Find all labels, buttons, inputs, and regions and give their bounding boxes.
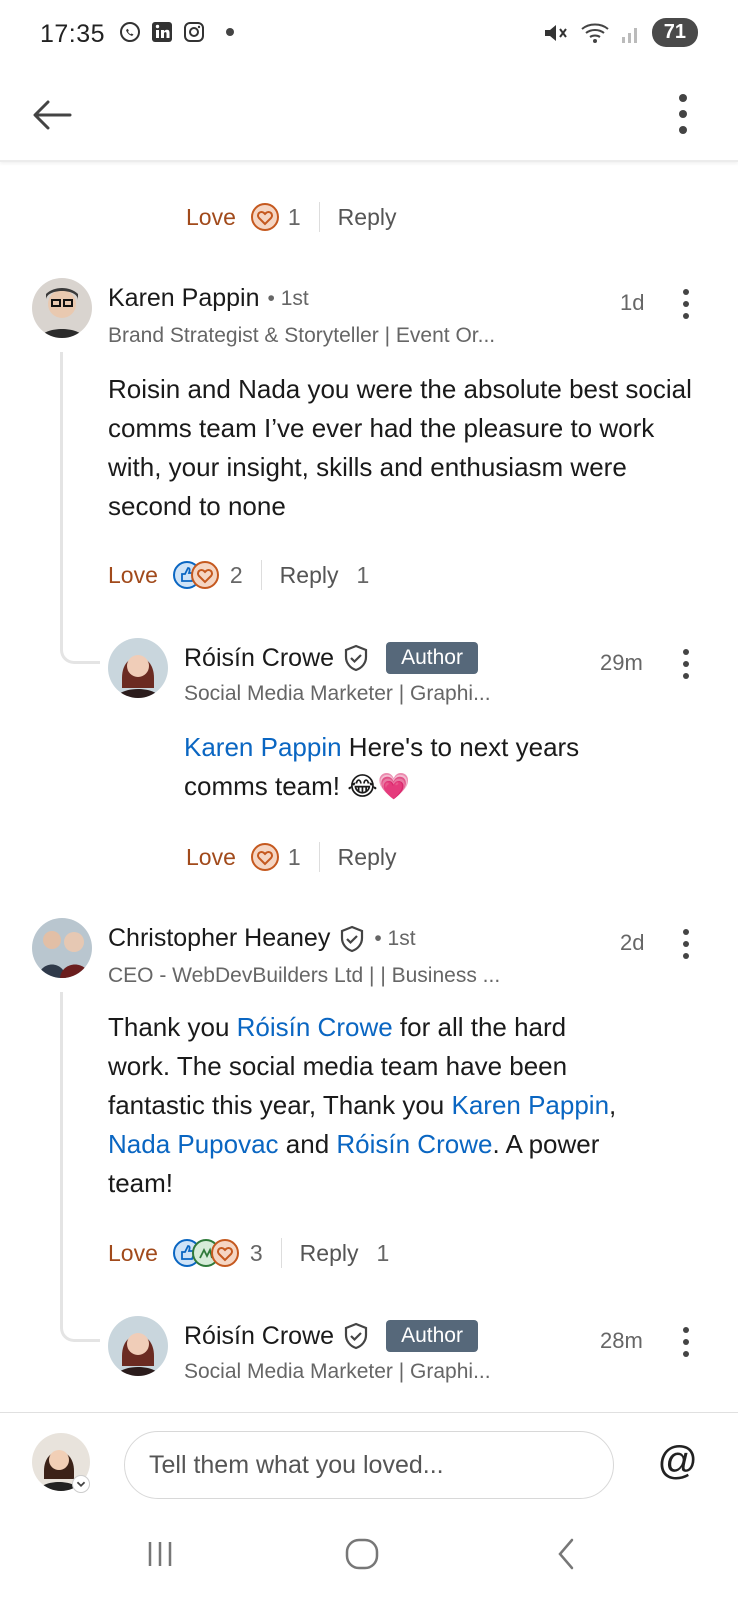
comment-text: Thank you Róisín Crowe for all the hard …	[108, 1012, 617, 1198]
reply-headline: Social Media Marketer | Graphi...	[184, 1360, 491, 1383]
avatar[interactable]	[32, 918, 92, 978]
mention-at-button[interactable]: @	[657, 1439, 698, 1484]
instagram-icon	[184, 22, 204, 42]
comment-more-icon[interactable]	[678, 926, 694, 962]
reply-button[interactable]: Reply	[280, 562, 339, 589]
reactions-icons[interactable]	[172, 1238, 242, 1268]
comment-actions: Love 2 Reply 1	[108, 560, 369, 590]
status-time: 17:35	[40, 20, 106, 48]
thread-line	[60, 992, 63, 1322]
like-love-reaction-icons	[172, 561, 219, 589]
reply-more-icon[interactable]	[678, 646, 694, 682]
love-reaction-icon	[250, 843, 279, 871]
thread-connector	[60, 1312, 100, 1342]
love-button[interactable]: Love	[186, 844, 236, 871]
reply-button[interactable]: Reply	[300, 1240, 359, 1267]
signal-icon	[621, 27, 637, 43]
reply-button[interactable]: Reply	[338, 844, 397, 871]
reaction-count: 1	[287, 203, 301, 230]
comment-time: 1d	[620, 290, 645, 315]
commenter-name[interactable]: Karen Pappin • 1st	[108, 284, 309, 313]
connection-degree: • 1st	[374, 926, 416, 950]
verified-badge-icon	[344, 1322, 368, 1350]
reply-time: 28m	[600, 1328, 643, 1353]
comment-composer: Tell them what you loved... @	[0, 1412, 738, 1512]
comment-text: Roisin and Nada you were the absolute be…	[108, 374, 692, 521]
love-button[interactable]: Love	[108, 1240, 158, 1267]
thread-line	[60, 352, 63, 642]
whatsapp-icon	[120, 22, 140, 42]
reactions-icons[interactable]	[250, 842, 280, 872]
love-button[interactable]: Love	[108, 562, 158, 589]
divider	[260, 560, 262, 590]
comment-actions: Love 3 Reply 1	[108, 1238, 389, 1268]
reply-author-name[interactable]: Róisín Crowe Author	[184, 642, 478, 674]
divider	[280, 1238, 282, 1268]
comment-more-icon[interactable]	[678, 286, 694, 322]
comment-input[interactable]: Tell them what you loved...	[124, 1431, 614, 1499]
mention-link[interactable]: Karen Pappin	[451, 1090, 609, 1120]
reactions-icons[interactable]	[172, 560, 222, 590]
reply-author-name[interactable]: Róisín Crowe Author	[184, 1320, 478, 1352]
reply-text: Karen Pappin Here's to next years comms …	[184, 732, 580, 801]
status-bar: 17:35 71	[0, 0, 738, 70]
home-icon[interactable]	[344, 1534, 380, 1574]
commenter-name[interactable]: Christopher Heaney • 1st	[108, 924, 416, 953]
mention-link[interactable]: Karen Pappin	[184, 732, 342, 762]
chevron-down-icon[interactable]	[72, 1475, 90, 1493]
reply-more-icon[interactable]	[678, 1324, 694, 1360]
author-badge: Author	[386, 642, 478, 674]
like-support-love-reaction-icons	[172, 1239, 239, 1267]
comments-list: Love 1 Reply Karen Pappin • 1st 1d Brand…	[0, 162, 738, 1412]
app-bar	[0, 70, 738, 162]
commenter-headline: CEO - WebDevBuilders Ltd | | Business ..…	[108, 964, 501, 987]
verified-badge-icon	[344, 644, 368, 672]
reply-count: 1	[356, 561, 370, 588]
reaction-count: 2	[229, 561, 243, 588]
status-notification-icons	[118, 20, 234, 44]
avatar[interactable]	[32, 278, 92, 338]
reactions-icons[interactable]	[250, 202, 280, 232]
system-navigation-bar	[0, 1512, 738, 1600]
linkedin-icon	[152, 22, 172, 42]
connection-degree: • 1st	[267, 286, 309, 310]
battery-indicator: 71	[651, 18, 698, 47]
love-reaction-icon	[250, 203, 279, 231]
back-nav-icon[interactable]	[552, 1534, 580, 1574]
reply-avatar[interactable]	[108, 1316, 168, 1376]
mention-link[interactable]: Nada Pupovac	[108, 1129, 279, 1159]
comment-actions: Love 1 Reply	[186, 202, 396, 232]
reply-actions: Love 1 Reply	[186, 842, 396, 872]
status-system-icons: 71	[542, 18, 698, 47]
mention-link[interactable]: Róisín Crowe	[336, 1129, 492, 1159]
reply-time: 29m	[600, 650, 643, 675]
reply-button[interactable]: Reply	[338, 204, 397, 231]
overflow-menu-icon[interactable]	[668, 84, 698, 144]
reaction-count: 1	[287, 843, 301, 870]
reply-count: 1	[376, 1239, 390, 1266]
recent-apps-icon[interactable]	[144, 1534, 176, 1574]
wifi-icon	[581, 23, 609, 43]
reply-avatar[interactable]	[108, 638, 168, 698]
commenter-headline: Brand Strategist & Storyteller | Event O…	[108, 324, 496, 347]
mention-link[interactable]: Róisín Crowe	[237, 1012, 393, 1042]
back-arrow-icon[interactable]	[28, 90, 78, 140]
reaction-count: 3	[249, 1239, 263, 1266]
mute-icon	[544, 24, 567, 41]
author-badge: Author	[386, 1320, 478, 1352]
verified-badge-icon	[341, 925, 364, 952]
divider	[318, 202, 320, 232]
more-notifications-dot	[226, 28, 234, 36]
comment-time: 2d	[620, 930, 645, 955]
reply-headline: Social Media Marketer | Graphi...	[184, 682, 491, 705]
divider	[318, 842, 320, 872]
love-button[interactable]: Love	[186, 204, 236, 231]
thread-connector	[60, 632, 100, 664]
